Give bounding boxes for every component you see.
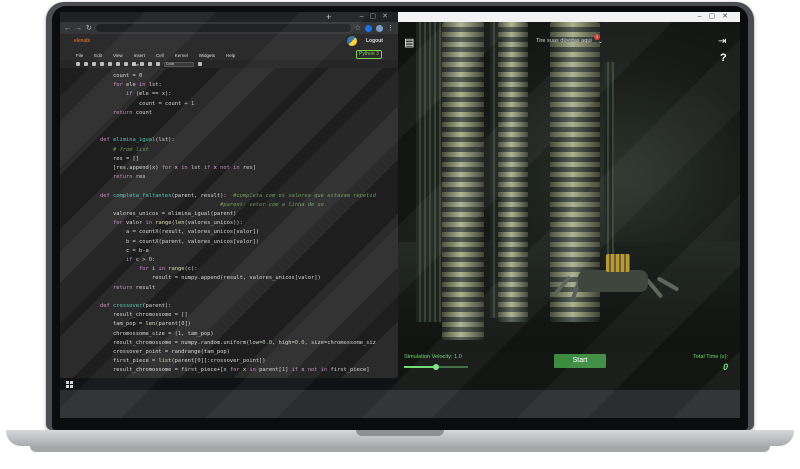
python-logo-icon bbox=[347, 36, 357, 46]
code-line[interactable]: result_chromossome = first_piece+[x for … bbox=[113, 366, 370, 375]
exit-icon[interactable]: ⇥ bbox=[718, 36, 726, 47]
code-cell[interactable]: count = 0 for ele in lst: if (ele == x): co… bbox=[60, 68, 398, 378]
code-line[interactable]: if (ele == x): bbox=[126, 90, 171, 99]
desktop-background bbox=[60, 390, 740, 418]
code-line[interactable]: return res bbox=[113, 173, 145, 182]
paste-icon[interactable] bbox=[108, 62, 112, 66]
code-line[interactable]: count = count + 1 bbox=[139, 100, 194, 109]
menu-kernel[interactable]: Kernel bbox=[175, 53, 188, 58]
window-controls[interactable]: –▢✕ bbox=[360, 12, 394, 22]
windows-start-icon[interactable] bbox=[66, 380, 73, 388]
storage-cylinder bbox=[498, 22, 528, 322]
code-line[interactable]: return result bbox=[113, 284, 155, 293]
code-line[interactable]: tam_pop = len(parent[0]) bbox=[113, 320, 191, 329]
code-line[interactable]: def crossover(parent): bbox=[100, 302, 171, 311]
extension-icon[interactable] bbox=[365, 24, 372, 32]
total-time-value: 0 bbox=[722, 362, 728, 372]
menu-help[interactable]: Help bbox=[226, 53, 235, 58]
kernel-indicator[interactable]: Python 3 bbox=[356, 50, 382, 59]
code-line[interactable]: chromossome_size = (1, tam_pop) bbox=[113, 330, 214, 339]
simulation-titlebar: –▢✕ bbox=[398, 12, 740, 22]
cut-icon[interactable] bbox=[92, 62, 96, 66]
browser-tab-strip: + –▢✕ bbox=[60, 12, 398, 22]
restart-icon[interactable] bbox=[148, 62, 152, 66]
code-line[interactable]: for valor in range(len(valores_unicos)): bbox=[113, 219, 243, 228]
storage-cylinder bbox=[442, 22, 484, 340]
robot-cargo bbox=[606, 254, 630, 272]
stop-icon[interactable] bbox=[140, 62, 144, 66]
keyboard-icon[interactable] bbox=[198, 62, 202, 66]
code-line[interactable]: result_chromossome = numpy.random.unifor… bbox=[113, 339, 376, 348]
menu-insert[interactable]: Insert bbox=[134, 53, 145, 58]
move-down-icon[interactable] bbox=[124, 62, 128, 66]
velocity-label: Simulation Velocity: 1.0 bbox=[404, 354, 462, 360]
code-line[interactable]: a = countX(result, valores_unicos[valor]… bbox=[126, 228, 259, 237]
browser-toolbar: ← → ↻ ☆ ⋮ bbox=[60, 22, 398, 34]
code-line[interactable]: # from list bbox=[113, 146, 149, 155]
menu-widgets[interactable]: Widgets bbox=[199, 53, 215, 58]
velocity-slider[interactable] bbox=[404, 364, 468, 370]
new-tab-icon[interactable]: + bbox=[326, 12, 331, 22]
add-cell-icon[interactable] bbox=[84, 62, 88, 66]
jupyter-toolbar: Run Code bbox=[60, 60, 398, 68]
hexapod-robot bbox=[548, 250, 680, 306]
help-button[interactable]: ? bbox=[720, 52, 727, 64]
code-line[interactable]: count = 0 bbox=[113, 72, 142, 81]
code-line[interactable]: result = numpy.append(result, valores_un… bbox=[152, 274, 321, 283]
browser-menu-icon[interactable]: ⋮ bbox=[387, 24, 394, 32]
code-line[interactable]: b = countX(parent, valores_unicos[valor]… bbox=[126, 238, 259, 247]
menu-file[interactable]: File bbox=[76, 53, 83, 58]
clipboard-icon[interactable]: ▤ bbox=[404, 36, 414, 49]
screen: + –▢✕ ← → ↻ ☆ ⋮ elenabi Logout File Edit bbox=[60, 12, 740, 418]
3d-warehouse-scene[interactable]: ▤ Tire suas dúvidas aqui 1 ⌄ ⇥ ? bbox=[398, 22, 740, 362]
copy-icon[interactable] bbox=[100, 62, 104, 66]
address-bar[interactable] bbox=[95, 24, 351, 32]
jupyter-header: elenabi Logout bbox=[60, 34, 398, 50]
simulation-controls: Simulation Velocity: 1.0 Start Total Tim… bbox=[398, 352, 740, 390]
cell-type-select[interactable]: Code bbox=[164, 61, 194, 67]
run-button[interactable]: Run bbox=[132, 62, 139, 67]
code-line[interactable]: def completa_faltantes(parent, result): … bbox=[100, 192, 376, 201]
code-line[interactable]: if c > 0: bbox=[126, 256, 155, 265]
jupyter-logo-text[interactable]: elenabi bbox=[74, 38, 90, 44]
slider-handle[interactable] bbox=[433, 364, 439, 370]
back-icon[interactable]: ← bbox=[64, 25, 71, 32]
code-line[interactable]: def elimina_igual(lst): bbox=[100, 136, 175, 145]
jupyter-browser-window: + –▢✕ ← → ↻ ☆ ⋮ elenabi Logout File Edit bbox=[60, 12, 398, 378]
code-line[interactable]: for i in range(c): bbox=[139, 265, 197, 274]
simulation-window: –▢✕ ▤ Tire suas dúvidas aqui 1 ⌄ ⇥ ? Sim… bbox=[398, 12, 740, 390]
code-line[interactable]: return count bbox=[113, 109, 152, 118]
menu-view[interactable]: View bbox=[113, 53, 123, 58]
code-line[interactable]: for ele in lst: bbox=[113, 81, 162, 90]
code-line[interactable]: crossover_point = randrange(tam_pop) bbox=[113, 348, 230, 357]
code-line[interactable]: res = [] bbox=[113, 155, 139, 164]
menu-edit[interactable]: Edit bbox=[94, 53, 102, 58]
menu-cell[interactable]: Cell bbox=[156, 53, 164, 58]
code-line[interactable]: first_piece = list(parent[0][:crossover_… bbox=[113, 357, 266, 366]
move-up-icon[interactable] bbox=[116, 62, 120, 66]
total-time-label: Total Time (s): bbox=[692, 354, 728, 360]
fast-forward-icon[interactable] bbox=[156, 62, 160, 66]
forward-icon[interactable]: → bbox=[75, 25, 82, 32]
logout-button[interactable]: Logout bbox=[366, 38, 383, 44]
help-message-link[interactable]: Tire suas dúvidas aqui bbox=[536, 38, 592, 44]
code-line[interactable]: result_chromossome = [] bbox=[113, 311, 188, 320]
code-line[interactable]: valores_unicos = elimina_igual(parent) bbox=[113, 210, 236, 219]
code-line[interactable]: c = b-a bbox=[126, 247, 149, 256]
laptop-mockup: + –▢✕ ← → ↻ ☆ ⋮ elenabi Logout File Edit bbox=[0, 0, 800, 469]
laptop-notch bbox=[356, 430, 444, 436]
code-line[interactable]: #parent: vetor com a linha de se bbox=[100, 201, 324, 210]
save-icon[interactable] bbox=[76, 62, 80, 66]
windows-taskbar bbox=[60, 378, 398, 390]
profile-avatar[interactable] bbox=[376, 24, 383, 32]
reload-icon[interactable]: ↻ bbox=[86, 24, 92, 32]
laptop-shadow bbox=[30, 446, 770, 452]
bookmark-star-icon[interactable]: ☆ bbox=[355, 24, 361, 32]
window-controls[interactable]: –▢✕ bbox=[698, 12, 735, 22]
jupyter-menubar: File Edit View Insert Cell Kernel Widget… bbox=[60, 50, 398, 60]
code-line[interactable]: [res.append(x) for x in lst if x not in … bbox=[113, 164, 256, 173]
start-button[interactable]: Start bbox=[554, 354, 606, 368]
chevron-down-icon[interactable]: ⌄ bbox=[598, 38, 603, 45]
